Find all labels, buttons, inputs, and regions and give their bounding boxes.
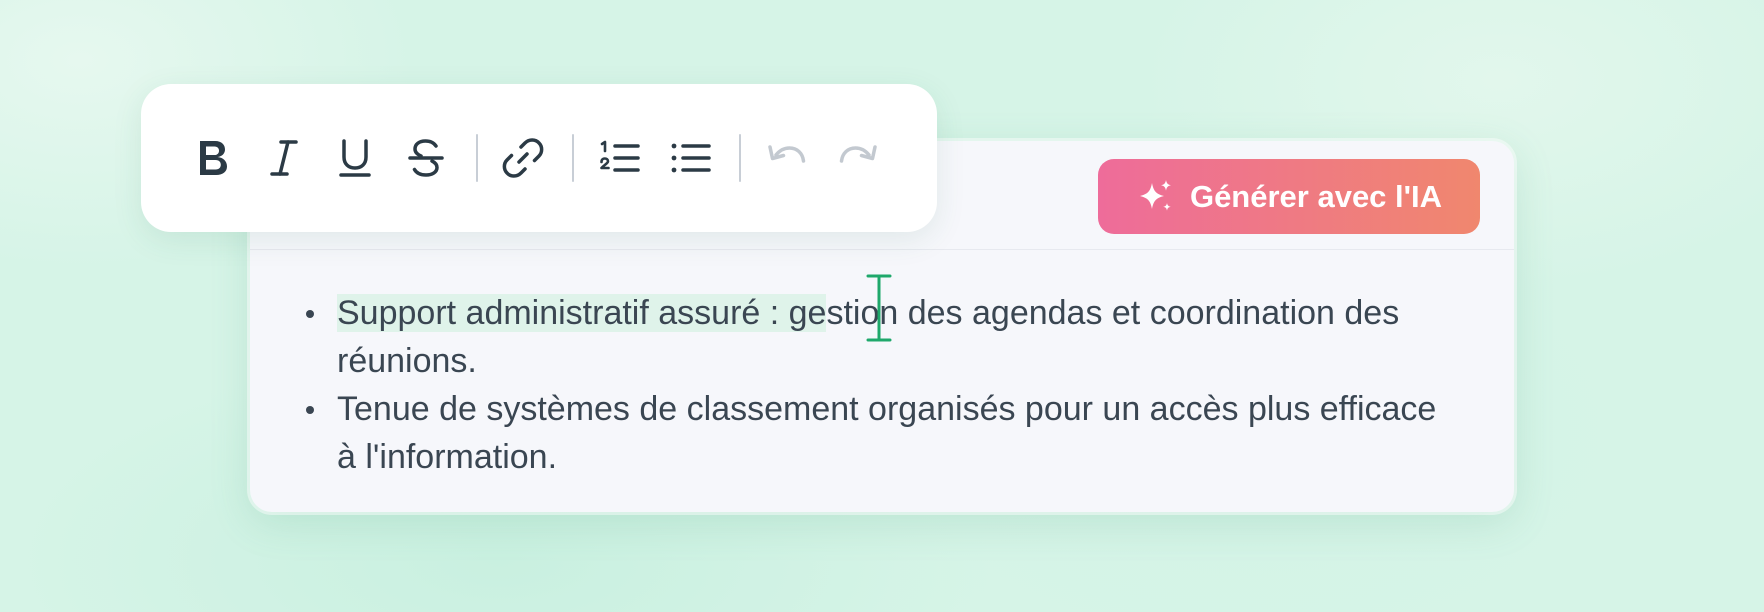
bullet-list-icon	[671, 143, 711, 173]
generate-with-ai-label: Générer avec l'IA	[1189, 178, 1443, 214]
list-item[interactable]: Tenue de systèmes de classement organisé…	[303, 385, 1454, 481]
toolbar-divider	[476, 134, 478, 182]
selected-text[interactable]: Support administratif assuré : ge	[337, 294, 827, 332]
italic-button[interactable]	[256, 130, 312, 186]
toolbar-divider	[739, 134, 741, 182]
ordered-list-icon	[600, 140, 640, 172]
generate-with-ai-button[interactable]: Générer avec l'IA	[1098, 159, 1480, 234]
sparkle-icon	[1139, 179, 1171, 211]
underline-icon	[339, 139, 371, 177]
undo-button[interactable]	[759, 130, 815, 186]
bullet-list-button[interactable]	[663, 130, 719, 186]
undo-icon	[768, 145, 806, 163]
redo-button[interactable]	[830, 130, 886, 186]
ordered-list-button[interactable]	[592, 130, 648, 186]
list-item-text[interactable]: Tenue de systèmes de classement organisé…	[337, 390, 1436, 476]
italic-icon	[270, 140, 298, 176]
strikethrough-button[interactable]	[398, 130, 454, 186]
underline-button[interactable]	[327, 130, 383, 186]
bold-icon	[200, 141, 227, 175]
formatting-toolbar	[141, 84, 937, 232]
toolbar-divider	[572, 134, 574, 182]
link-icon	[502, 138, 544, 178]
link-button[interactable]	[495, 130, 551, 186]
bold-button[interactable]	[185, 130, 241, 186]
redo-icon	[839, 145, 877, 163]
strikethrough-icon	[408, 139, 444, 177]
text-cursor-icon	[866, 274, 892, 342]
